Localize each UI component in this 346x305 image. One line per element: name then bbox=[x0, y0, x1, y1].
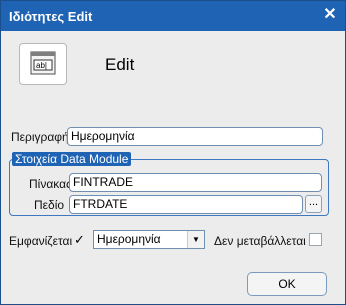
svg-text:ab|: ab| bbox=[36, 61, 47, 70]
field-label: Πεδίο bbox=[34, 198, 65, 212]
visible-label: Εμφανίζεται bbox=[9, 234, 73, 248]
readonly-label: Δεν μεταβάλλεται bbox=[214, 234, 306, 248]
group-label: Στοιχεία Data Module bbox=[12, 152, 132, 166]
properties-dialog: Ιδιότητες Edit ✕ ab| Edit Περιγραφή Ημερ… bbox=[0, 0, 346, 305]
description-field[interactable]: Ημερομηνία bbox=[67, 127, 323, 146]
title-bar[interactable]: Ιδιότητες Edit ✕ bbox=[1, 1, 345, 31]
field-field[interactable]: FTRDATE bbox=[69, 195, 303, 214]
table-label: Πίνακας bbox=[29, 177, 72, 191]
display-mode-value: Ημερομηνία bbox=[97, 232, 161, 246]
table-field[interactable]: FINTRADE bbox=[69, 173, 322, 192]
window-title: Ιδιότητες Edit bbox=[9, 9, 93, 24]
visible-checkbox[interactable]: ✓ bbox=[73, 233, 86, 246]
control-type-heading: Edit bbox=[105, 55, 135, 74]
close-icon[interactable]: ✕ bbox=[321, 6, 339, 24]
description-label: Περιγραφή bbox=[11, 130, 69, 144]
chevron-down-icon[interactable]: ▼ bbox=[187, 231, 204, 248]
ok-button[interactable]: OK bbox=[247, 272, 327, 296]
browse-button[interactable]: ... bbox=[305, 195, 322, 213]
edit-control-icon: ab| bbox=[19, 43, 67, 85]
readonly-checkbox[interactable] bbox=[309, 233, 322, 246]
display-mode-select[interactable]: Ημερομηνία ▼ bbox=[93, 230, 205, 249]
